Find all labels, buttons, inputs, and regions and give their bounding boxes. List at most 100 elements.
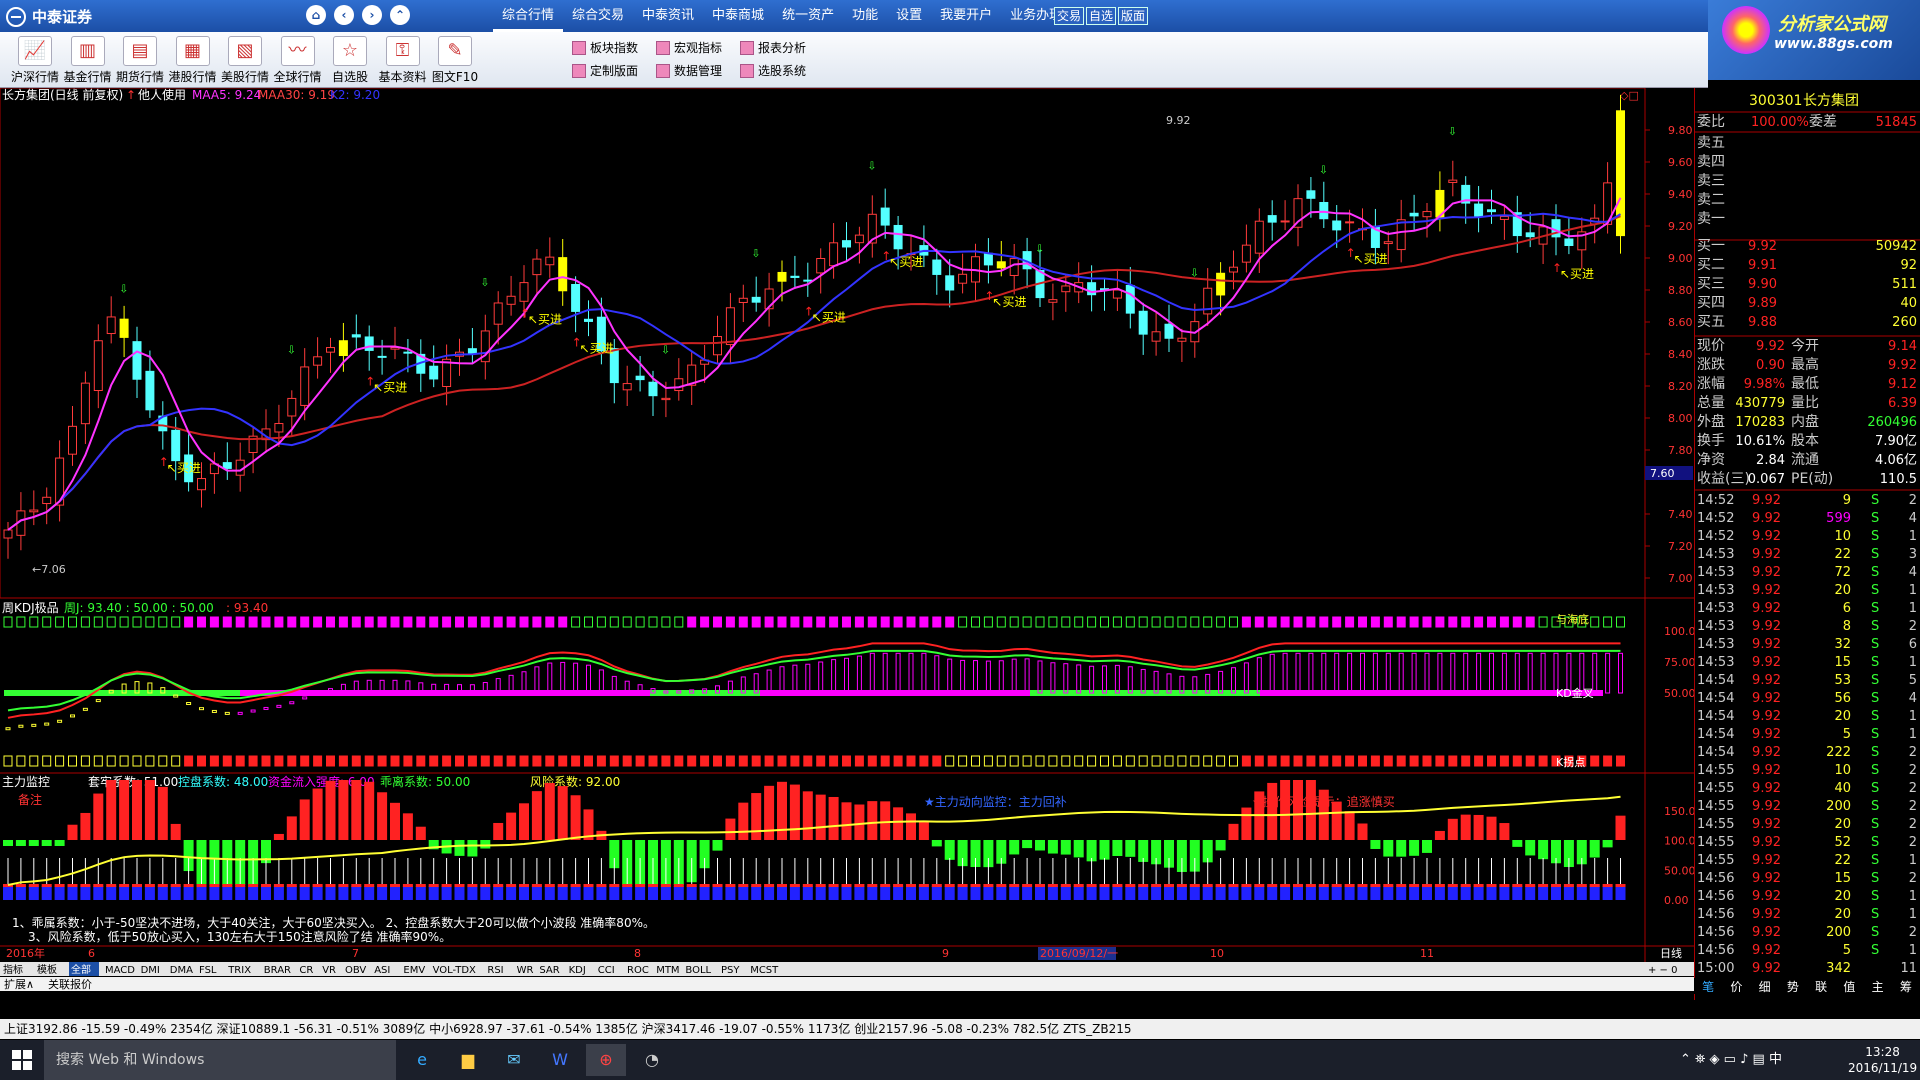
indicator-tab-19[interactable]: CCI	[598, 965, 615, 976]
taskbar-search[interactable]: 搜索 Web 和 Windows	[44, 1040, 396, 1080]
sell-level-0[interactable]: 卖五	[1697, 135, 1725, 151]
indicator-tab-12[interactable]: ASI	[374, 965, 390, 976]
indicator-tab-4[interactable]: DMI	[141, 965, 160, 976]
toolbar-button-8[interactable]: ✎ 图文F10	[424, 34, 486, 86]
quote-tab-3[interactable]: 势	[1787, 978, 1799, 994]
windows-start-icon[interactable]	[12, 1050, 32, 1070]
toolbar-link-3[interactable]: 定制版面	[572, 61, 638, 81]
back-icon[interactable]: ‹	[334, 5, 354, 25]
sell-level-1[interactable]: 卖四	[1697, 154, 1725, 170]
quote-tab-7[interactable]: 筹	[1900, 978, 1912, 994]
kdj-bottom-block	[1048, 755, 1058, 767]
indicator-tab-20[interactable]: ROC	[627, 965, 649, 976]
indicator-tab-1[interactable]: 模板	[37, 963, 57, 976]
indicator-tab-10[interactable]: VR	[322, 965, 336, 976]
kdj-tick-label: 50.00	[1664, 687, 1694, 700]
app-icon[interactable]: ◔	[632, 1044, 672, 1076]
folder-icon[interactable]: ▆	[448, 1044, 488, 1076]
indicator-tab-0[interactable]: 指标	[3, 963, 23, 976]
toolbar-link-0[interactable]: 板块指数	[572, 38, 638, 58]
sell-level-3[interactable]: 卖二	[1697, 192, 1725, 208]
zljk-red-bar	[170, 823, 181, 840]
stock-app-icon[interactable]: ⊕	[586, 1044, 626, 1076]
zljk-red-cap	[1176, 884, 1187, 887]
ime-indicator[interactable]: 中	[1769, 1052, 1782, 1067]
toolbar-link-2[interactable]: 报表分析	[740, 38, 806, 58]
indicator-tab-2[interactable]: 全部	[71, 963, 91, 976]
buy-level-label[interactable]: 买一	[1697, 238, 1725, 254]
menu-item-6[interactable]: 设置	[887, 0, 931, 32]
indicator-tab-14[interactable]: VOL-TDX	[433, 965, 476, 976]
clock[interactable]: 13:28 2016/11/19	[1848, 1044, 1917, 1076]
toolbar-link-1[interactable]: 宏观指标	[656, 38, 722, 58]
indicator-tab-3[interactable]: MACD	[105, 965, 135, 976]
indicator-tab-17[interactable]: SAR	[539, 965, 559, 976]
chart-canvas[interactable]: 长方集团(日线 前复权) ↑ 他人使用 MAA5: 9.24MAA30: 9.19K2…	[0, 87, 1696, 1043]
quote-tab-5[interactable]: 值	[1843, 978, 1855, 994]
tick-count: 2	[1909, 835, 1917, 850]
menu-item-0[interactable]: 综合行情	[493, 0, 564, 32]
home-icon[interactable]: ⌂	[306, 5, 326, 25]
quote-tab-6[interactable]: 主	[1872, 978, 1884, 994]
zljk-blue-bar	[918, 886, 929, 900]
indicator-tab-21[interactable]: MTM	[656, 965, 679, 976]
zoom-controls[interactable]: + − 0	[1648, 965, 1677, 976]
quote-tab-2[interactable]: 细	[1759, 978, 1771, 994]
ext-tab-1[interactable]: 关联报价	[48, 977, 92, 991]
indicator-tab-9[interactable]: CR	[299, 965, 313, 976]
word-icon[interactable]: W	[540, 1044, 580, 1076]
j-bar	[766, 669, 772, 694]
quote-tab-1[interactable]: 价	[1730, 978, 1742, 994]
candle-body	[829, 242, 839, 267]
menu-item-3[interactable]: 中泰商城	[703, 0, 773, 32]
indicator-tab-22[interactable]: BOLL	[685, 965, 711, 976]
candle-body	[674, 378, 684, 392]
candle-body	[1383, 241, 1393, 245]
indicator-tab-6[interactable]: FSL	[199, 965, 217, 976]
quote-tab-0[interactable]: 笔	[1702, 978, 1714, 994]
tick-side: S	[1871, 727, 1879, 742]
quick-button-2[interactable]: 版面	[1118, 7, 1149, 25]
indicator-tab-24[interactable]: MCST	[750, 965, 779, 976]
menu-item-4[interactable]: 统一资产	[773, 0, 843, 32]
indicator-tab-23[interactable]: PSY	[721, 965, 740, 976]
indicator-tab-18[interactable]: KDJ	[569, 965, 586, 976]
toolbar-link-4[interactable]: 数据管理	[656, 61, 722, 81]
diamond-icon[interactable]: ◇□	[1620, 89, 1639, 102]
timeline-label-8: 日线	[1660, 946, 1682, 960]
up-icon[interactable]: ⌃	[390, 5, 410, 25]
mail-icon[interactable]: ✉	[494, 1044, 534, 1076]
forward-icon[interactable]: ›	[362, 5, 382, 25]
stat-label: 总量	[1697, 395, 1725, 411]
tick-volume: 200	[1826, 799, 1851, 814]
buy-level-label[interactable]: 买二	[1697, 257, 1725, 273]
edge-icon[interactable]: e	[402, 1044, 442, 1076]
indicator-tab-15[interactable]: RSI	[487, 965, 503, 976]
quick-button-1[interactable]: 自选	[1086, 7, 1117, 25]
candle-body	[1267, 215, 1277, 223]
quote-tab-4[interactable]: 联	[1815, 978, 1827, 994]
indicator-tab-7[interactable]: TRIX	[227, 965, 251, 976]
j-bar	[973, 660, 978, 694]
quick-button-0[interactable]: 交易	[1054, 7, 1085, 25]
indicator-tab-13[interactable]: EMV	[403, 965, 425, 976]
sell-level-4[interactable]: 卖一	[1697, 211, 1725, 227]
indicator-tab-11[interactable]: OBV	[345, 965, 366, 976]
indicator-tab-8[interactable]: BRAR	[264, 965, 291, 976]
buy-level-label[interactable]: 买三	[1697, 276, 1725, 292]
ext-tab-0[interactable]: 扩展∧	[4, 977, 34, 991]
toolbar-link-5[interactable]: 选股系统	[740, 61, 806, 81]
kdj-values: 周J: 93.40 : 50.00 : 50.00	[64, 601, 214, 615]
sell-level-2[interactable]: 卖三	[1697, 173, 1725, 189]
tick-side: S	[1871, 655, 1879, 670]
menu-item-7[interactable]: 我要开户	[931, 0, 1001, 32]
indicator-tab-16[interactable]: WR	[517, 965, 534, 976]
zljk-blue-bar	[3, 886, 13, 900]
indicator-tab-5[interactable]: DMA	[170, 965, 193, 976]
buy-level-label[interactable]: 买五	[1697, 314, 1725, 330]
menu-item-5[interactable]: 功能	[843, 0, 887, 32]
menu-item-2[interactable]: 中泰资讯	[633, 0, 703, 32]
buy-level-label[interactable]: 买四	[1697, 295, 1725, 311]
chart-area[interactable]: 长方集团(日线 前复权) ↑ 他人使用 MAA5: 9.24 MAA30: 9.19 K2…	[0, 87, 1696, 1043]
menu-item-1[interactable]: 综合交易	[563, 0, 633, 32]
